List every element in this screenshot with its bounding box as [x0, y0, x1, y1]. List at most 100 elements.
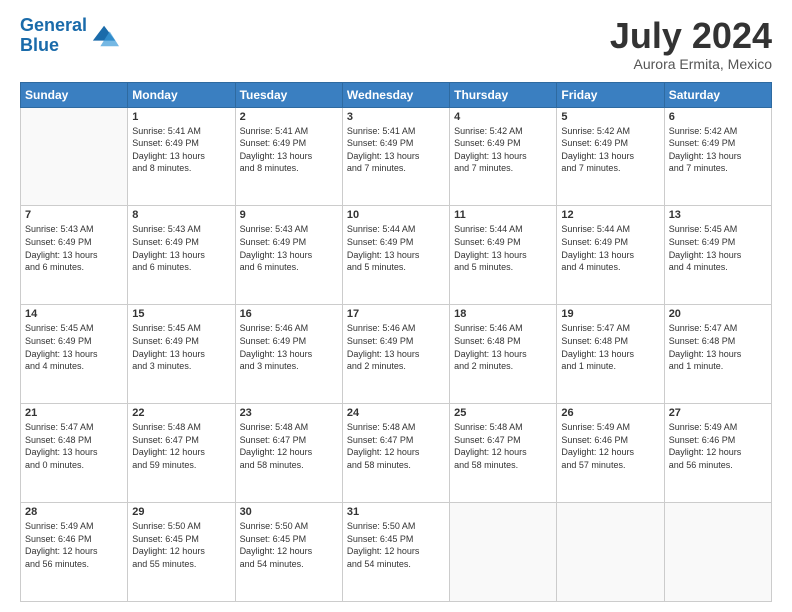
calendar-cell: 30 Sunrise: 5:50 AM Sunset: 6:45 PM Dayli…	[235, 503, 342, 602]
calendar-cell: 17 Sunrise: 5:46 AM Sunset: 6:49 PM Dayli…	[342, 305, 449, 404]
day-number: 17	[347, 308, 445, 320]
day-info: Sunrise: 5:42 AM Sunset: 6:49 PM Dayligh…	[669, 125, 767, 175]
day-number: 18	[454, 308, 552, 320]
day-number: 22	[132, 407, 230, 419]
day-info: Sunrise: 5:47 AM Sunset: 6:48 PM Dayligh…	[561, 322, 659, 372]
day-number: 5	[561, 111, 659, 123]
calendar-cell: 6 Sunrise: 5:42 AM Sunset: 6:49 PM Daylig…	[664, 107, 771, 206]
calendar-table: SundayMondayTuesdayWednesdayThursdayFrid…	[20, 82, 772, 602]
calendar-cell: 29Sunrise: 5:50 AM Sunset: 6:45 PM Dayli…	[128, 503, 235, 602]
day-number: 14	[25, 308, 123, 320]
calendar-cell: 3 Sunrise: 5:41 AM Sunset: 6:49 PM Daylig…	[342, 107, 449, 206]
day-info: Sunrise: 5:50 AM Sunset: 6:45 PM Dayligh…	[240, 520, 338, 570]
calendar-cell	[450, 503, 557, 602]
location-subtitle: Aurora Ermita, Mexico	[610, 56, 772, 72]
calendar-week-row: 7 Sunrise: 5:43 AM Sunset: 6:49 PM Daylig…	[21, 206, 772, 305]
calendar-cell: 1 Sunrise: 5:41 AM Sunset: 6:49 PM Daylig…	[128, 107, 235, 206]
calendar-day-header: Wednesday	[342, 82, 449, 107]
day-info: Sunrise: 5:41 AM Sunset: 6:49 PM Dayligh…	[347, 125, 445, 175]
calendar-week-row: 21 Sunrise: 5:47 AM Sunset: 6:48 PM Dayli…	[21, 404, 772, 503]
day-info: Sunrise: 5:46 AM Sunset: 6:48 PM Dayligh…	[454, 322, 552, 372]
day-info: Sunrise: 5:47 AM Sunset: 6:48 PM Dayligh…	[669, 322, 767, 372]
day-info: Sunrise: 5:43 AM Sunset: 6:49 PM Dayligh…	[240, 223, 338, 273]
logo: General Blue	[20, 16, 119, 56]
day-number: 16	[240, 308, 338, 320]
calendar-cell: 5 Sunrise: 5:42 AM Sunset: 6:49 PM Daylig…	[557, 107, 664, 206]
calendar-body: 1 Sunrise: 5:41 AM Sunset: 6:49 PM Daylig…	[21, 107, 772, 601]
day-number: 26	[561, 407, 659, 419]
calendar-cell: 27 Sunrise: 5:49 AM Sunset: 6:46 PM Dayli…	[664, 404, 771, 503]
day-info: Sunrise: 5:48 AM Sunset: 6:47 PM Dayligh…	[347, 421, 445, 471]
calendar-day-header: Tuesday	[235, 82, 342, 107]
calendar-cell: 21 Sunrise: 5:47 AM Sunset: 6:48 PM Dayli…	[21, 404, 128, 503]
calendar-cell: 28Sunrise: 5:49 AM Sunset: 6:46 PM Dayli…	[21, 503, 128, 602]
calendar-cell: 7Sunrise: 5:43 AM Sunset: 6:49 PM Daylig…	[21, 206, 128, 305]
calendar-cell: 2 Sunrise: 5:41 AM Sunset: 6:49 PM Daylig…	[235, 107, 342, 206]
calendar-cell: 22Sunrise: 5:48 AM Sunset: 6:47 PM Dayli…	[128, 404, 235, 503]
day-info: Sunrise: 5:46 AM Sunset: 6:49 PM Dayligh…	[347, 322, 445, 372]
day-info: Sunrise: 5:41 AM Sunset: 6:49 PM Dayligh…	[132, 125, 230, 175]
day-info: Sunrise: 5:43 AM Sunset: 6:49 PM Dayligh…	[132, 223, 230, 273]
day-number: 8	[132, 209, 230, 221]
header: General Blue July 2024 Aurora Ermita, Me…	[20, 16, 772, 72]
logo-line1: General	[20, 15, 87, 35]
day-number: 2	[240, 111, 338, 123]
calendar-cell	[557, 503, 664, 602]
day-number: 1	[132, 111, 230, 123]
logo-icon	[91, 22, 119, 50]
calendar-cell: 15 Sunrise: 5:45 AM Sunset: 6:49 PM Dayli…	[128, 305, 235, 404]
day-number: 29	[132, 506, 230, 518]
day-number: 21	[25, 407, 123, 419]
calendar-cell: 13Sunrise: 5:45 AM Sunset: 6:49 PM Dayli…	[664, 206, 771, 305]
month-title: July 2024	[610, 16, 772, 56]
calendar-cell: 26Sunrise: 5:49 AM Sunset: 6:46 PM Dayli…	[557, 404, 664, 503]
day-number: 20	[669, 308, 767, 320]
calendar-cell: 8 Sunrise: 5:43 AM Sunset: 6:49 PM Daylig…	[128, 206, 235, 305]
day-number: 25	[454, 407, 552, 419]
calendar-cell: 11Sunrise: 5:44 AM Sunset: 6:49 PM Dayli…	[450, 206, 557, 305]
calendar-day-header: Monday	[128, 82, 235, 107]
calendar-day-header: Sunday	[21, 82, 128, 107]
day-number: 7	[25, 209, 123, 221]
day-number: 31	[347, 506, 445, 518]
calendar-cell: 16 Sunrise: 5:46 AM Sunset: 6:49 PM Dayli…	[235, 305, 342, 404]
day-info: Sunrise: 5:49 AM Sunset: 6:46 PM Dayligh…	[669, 421, 767, 471]
day-number: 27	[669, 407, 767, 419]
day-number: 19	[561, 308, 659, 320]
day-number: 15	[132, 308, 230, 320]
calendar-cell	[21, 107, 128, 206]
day-info: Sunrise: 5:41 AM Sunset: 6:49 PM Dayligh…	[240, 125, 338, 175]
day-info: Sunrise: 5:50 AM Sunset: 6:45 PM Dayligh…	[347, 520, 445, 570]
day-number: 28	[25, 506, 123, 518]
day-info: Sunrise: 5:44 AM Sunset: 6:49 PM Dayligh…	[561, 223, 659, 273]
day-info: Sunrise: 5:45 AM Sunset: 6:49 PM Dayligh…	[132, 322, 230, 372]
day-number: 23	[240, 407, 338, 419]
day-number: 4	[454, 111, 552, 123]
day-number: 24	[347, 407, 445, 419]
title-area: July 2024 Aurora Ermita, Mexico	[610, 16, 772, 72]
day-number: 13	[669, 209, 767, 221]
calendar-week-row: 1 Sunrise: 5:41 AM Sunset: 6:49 PM Daylig…	[21, 107, 772, 206]
day-number: 9	[240, 209, 338, 221]
day-number: 6	[669, 111, 767, 123]
logo-line2: Blue	[20, 35, 59, 55]
day-info: Sunrise: 5:44 AM Sunset: 6:49 PM Dayligh…	[454, 223, 552, 273]
day-info: Sunrise: 5:48 AM Sunset: 6:47 PM Dayligh…	[454, 421, 552, 471]
day-info: Sunrise: 5:42 AM Sunset: 6:49 PM Dayligh…	[561, 125, 659, 175]
day-number: 30	[240, 506, 338, 518]
day-info: Sunrise: 5:46 AM Sunset: 6:49 PM Dayligh…	[240, 322, 338, 372]
calendar-day-header: Saturday	[664, 82, 771, 107]
day-info: Sunrise: 5:44 AM Sunset: 6:49 PM Dayligh…	[347, 223, 445, 273]
day-number: 3	[347, 111, 445, 123]
day-info: Sunrise: 5:48 AM Sunset: 6:47 PM Dayligh…	[240, 421, 338, 471]
calendar-cell: 19 Sunrise: 5:47 AM Sunset: 6:48 PM Dayli…	[557, 305, 664, 404]
calendar-week-row: 14 Sunrise: 5:45 AM Sunset: 6:49 PM Dayli…	[21, 305, 772, 404]
calendar-cell: 10Sunrise: 5:44 AM Sunset: 6:49 PM Dayli…	[342, 206, 449, 305]
calendar-cell: 31 Sunrise: 5:50 AM Sunset: 6:45 PM Dayli…	[342, 503, 449, 602]
calendar-cell: 24 Sunrise: 5:48 AM Sunset: 6:47 PM Dayli…	[342, 404, 449, 503]
day-info: Sunrise: 5:47 AM Sunset: 6:48 PM Dayligh…	[25, 421, 123, 471]
calendar-day-header: Thursday	[450, 82, 557, 107]
day-number: 12	[561, 209, 659, 221]
calendar-cell: 23 Sunrise: 5:48 AM Sunset: 6:47 PM Dayli…	[235, 404, 342, 503]
calendar-cell	[664, 503, 771, 602]
